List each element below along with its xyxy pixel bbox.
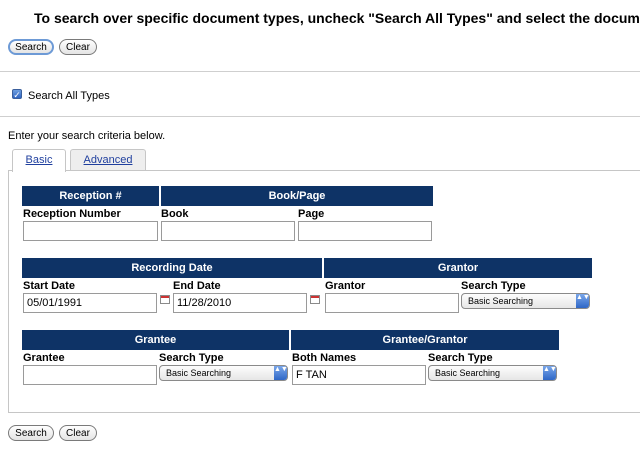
search-button-bottom[interactable]: Search xyxy=(8,425,54,441)
grantee-grantor-search-type-value: Basic Searching xyxy=(435,368,501,378)
calendar-icon[interactable] xyxy=(160,295,170,304)
end-date-label: End Date xyxy=(173,280,221,292)
both-names-input[interactable] xyxy=(292,365,426,385)
grantor-search-type-label: Search Type xyxy=(461,280,526,292)
grantee-input[interactable] xyxy=(23,365,157,385)
grantee-search-type-value: Basic Searching xyxy=(166,368,232,378)
tab-advanced[interactable]: Advanced xyxy=(70,149,146,171)
reception-number-input[interactable] xyxy=(23,221,158,241)
book-page-header: Book/Page xyxy=(161,186,433,206)
grantor-search-type-value: Basic Searching xyxy=(468,296,534,306)
page-input[interactable] xyxy=(298,221,432,241)
reception-header: Reception # xyxy=(22,186,159,206)
grantee-grantor-search-type-select[interactable]: Basic Searching ▲▼ xyxy=(428,365,557,381)
grantee-grantor-header: Grantee/Grantor xyxy=(291,330,559,350)
grantor-input[interactable] xyxy=(325,293,459,313)
grantee-label: Grantee xyxy=(23,352,65,364)
page-label: Page xyxy=(298,208,325,220)
book-label: Book xyxy=(161,208,189,220)
grantee-search-type-select[interactable]: Basic Searching ▲▼ xyxy=(159,365,288,381)
grantee-header: Grantee xyxy=(22,330,289,350)
clear-button-top[interactable]: Clear xyxy=(59,39,97,55)
tab-basic[interactable]: Basic xyxy=(12,149,66,172)
grantor-header: Grantor xyxy=(324,258,592,278)
recording-date-header: Recording Date xyxy=(22,258,322,278)
end-date-input[interactable] xyxy=(173,293,307,313)
start-date-input[interactable] xyxy=(23,293,157,313)
select-arrows-icon: ▲▼ xyxy=(576,294,590,308)
book-input[interactable] xyxy=(161,221,295,241)
divider xyxy=(0,116,640,117)
select-arrows-icon: ▲▼ xyxy=(274,366,288,380)
both-names-label: Both Names xyxy=(292,352,357,364)
search-all-types-label: Search All Types xyxy=(28,90,110,102)
select-arrows-icon: ▲▼ xyxy=(543,366,557,380)
reception-number-label: Reception Number xyxy=(23,208,121,220)
criteria-instruction: Enter your search criteria below. xyxy=(8,130,166,142)
divider xyxy=(0,71,640,72)
grantee-search-type-label: Search Type xyxy=(159,352,224,364)
clear-button-bottom[interactable]: Clear xyxy=(59,425,97,441)
grantor-label: Grantor xyxy=(325,280,366,292)
instructions-text: To search over specific document types, … xyxy=(34,10,640,26)
start-date-label: Start Date xyxy=(23,280,75,292)
search-button-top[interactable]: Search xyxy=(8,39,54,55)
grantor-search-type-select[interactable]: Basic Searching ▲▼ xyxy=(461,293,590,309)
search-all-types-checkbox[interactable]: ✓ xyxy=(12,89,22,100)
grantee-grantor-search-type-label: Search Type xyxy=(428,352,493,364)
calendar-icon[interactable] xyxy=(310,295,320,304)
